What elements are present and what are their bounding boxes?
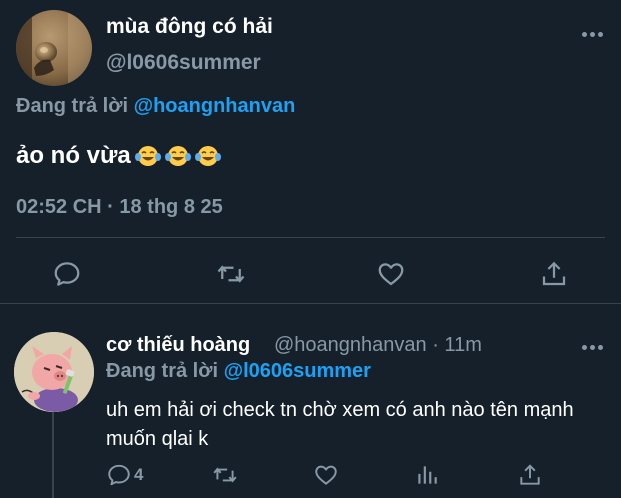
- retweet-button[interactable]: [214, 257, 248, 291]
- retweet-icon: [213, 467, 237, 483]
- analytics-icon: [418, 466, 437, 484]
- heart-icon: [315, 465, 337, 485]
- share-icon: [542, 261, 566, 286]
- heart-icon: [378, 263, 404, 286]
- reply-icon: [108, 464, 130, 486]
- reply-tweet[interactable]: cơ thiếu hoàng @hoangnhanvan · 11m Đang …: [0, 305, 621, 498]
- face-with-tears-of-joy-icon: [194, 146, 221, 166]
- more-options-icon[interactable]: [578, 24, 606, 44]
- retweet-icon: [217, 265, 245, 283]
- retweet-button[interactable]: [208, 458, 242, 492]
- avatar[interactable]: [14, 332, 94, 412]
- face-with-tears-of-joy-icon: [134, 146, 161, 166]
- tweet-timestamp[interactable]: 02:52 CH · 18 thg 8 25: [16, 196, 223, 219]
- avatar[interactable]: [16, 10, 92, 86]
- main-tweet: mùa đông có hải @l0606summer Đang trả lờ…: [0, 0, 621, 304]
- more-options-icon[interactable]: [578, 337, 606, 357]
- author-display-name[interactable]: mùa đông có hải: [106, 15, 273, 39]
- author-handle-and-time[interactable]: @hoangnhanvan · 11m: [274, 334, 482, 357]
- like-button[interactable]: [309, 458, 343, 492]
- reply-button[interactable]: [50, 257, 84, 291]
- share-button[interactable]: [537, 257, 571, 291]
- replying-to-line: Đang trả lời @hoangnhanvan: [16, 95, 295, 118]
- replying-to-mention-link[interactable]: @hoangnhanvan: [134, 95, 296, 117]
- tweet-text: uh em hải ơi check tn chờ xem có anh nào…: [106, 399, 574, 450]
- tweet-text-content: ảo nó vừa: [16, 142, 131, 169]
- author-display-name[interactable]: cơ thiếu hoàng: [106, 334, 250, 357]
- avatar-cartoon-pig-image: [14, 332, 94, 412]
- replying-to-mention-link[interactable]: @l0606summer: [224, 360, 371, 382]
- share-icon: [520, 464, 540, 485]
- divider: [16, 237, 605, 238]
- replying-to-label: Đang trả lời: [106, 360, 219, 382]
- reply-button[interactable]: 4: [106, 458, 156, 492]
- avatar-door-knob-image: [16, 10, 92, 86]
- replying-to-line: Đang trả lời @l0606summer: [106, 360, 371, 383]
- reply-count: 4: [134, 465, 144, 484]
- tweet-text: ảo nó vừa: [16, 142, 221, 170]
- replying-to-label: Đang trả lời: [16, 95, 129, 117]
- analytics-button[interactable]: [410, 458, 444, 492]
- author-handle[interactable]: @l0606summer: [106, 51, 261, 75]
- face-with-tears-of-joy-icon: [164, 146, 191, 166]
- share-button[interactable]: [513, 458, 547, 492]
- like-button[interactable]: [374, 257, 408, 291]
- reply-icon: [54, 262, 80, 286]
